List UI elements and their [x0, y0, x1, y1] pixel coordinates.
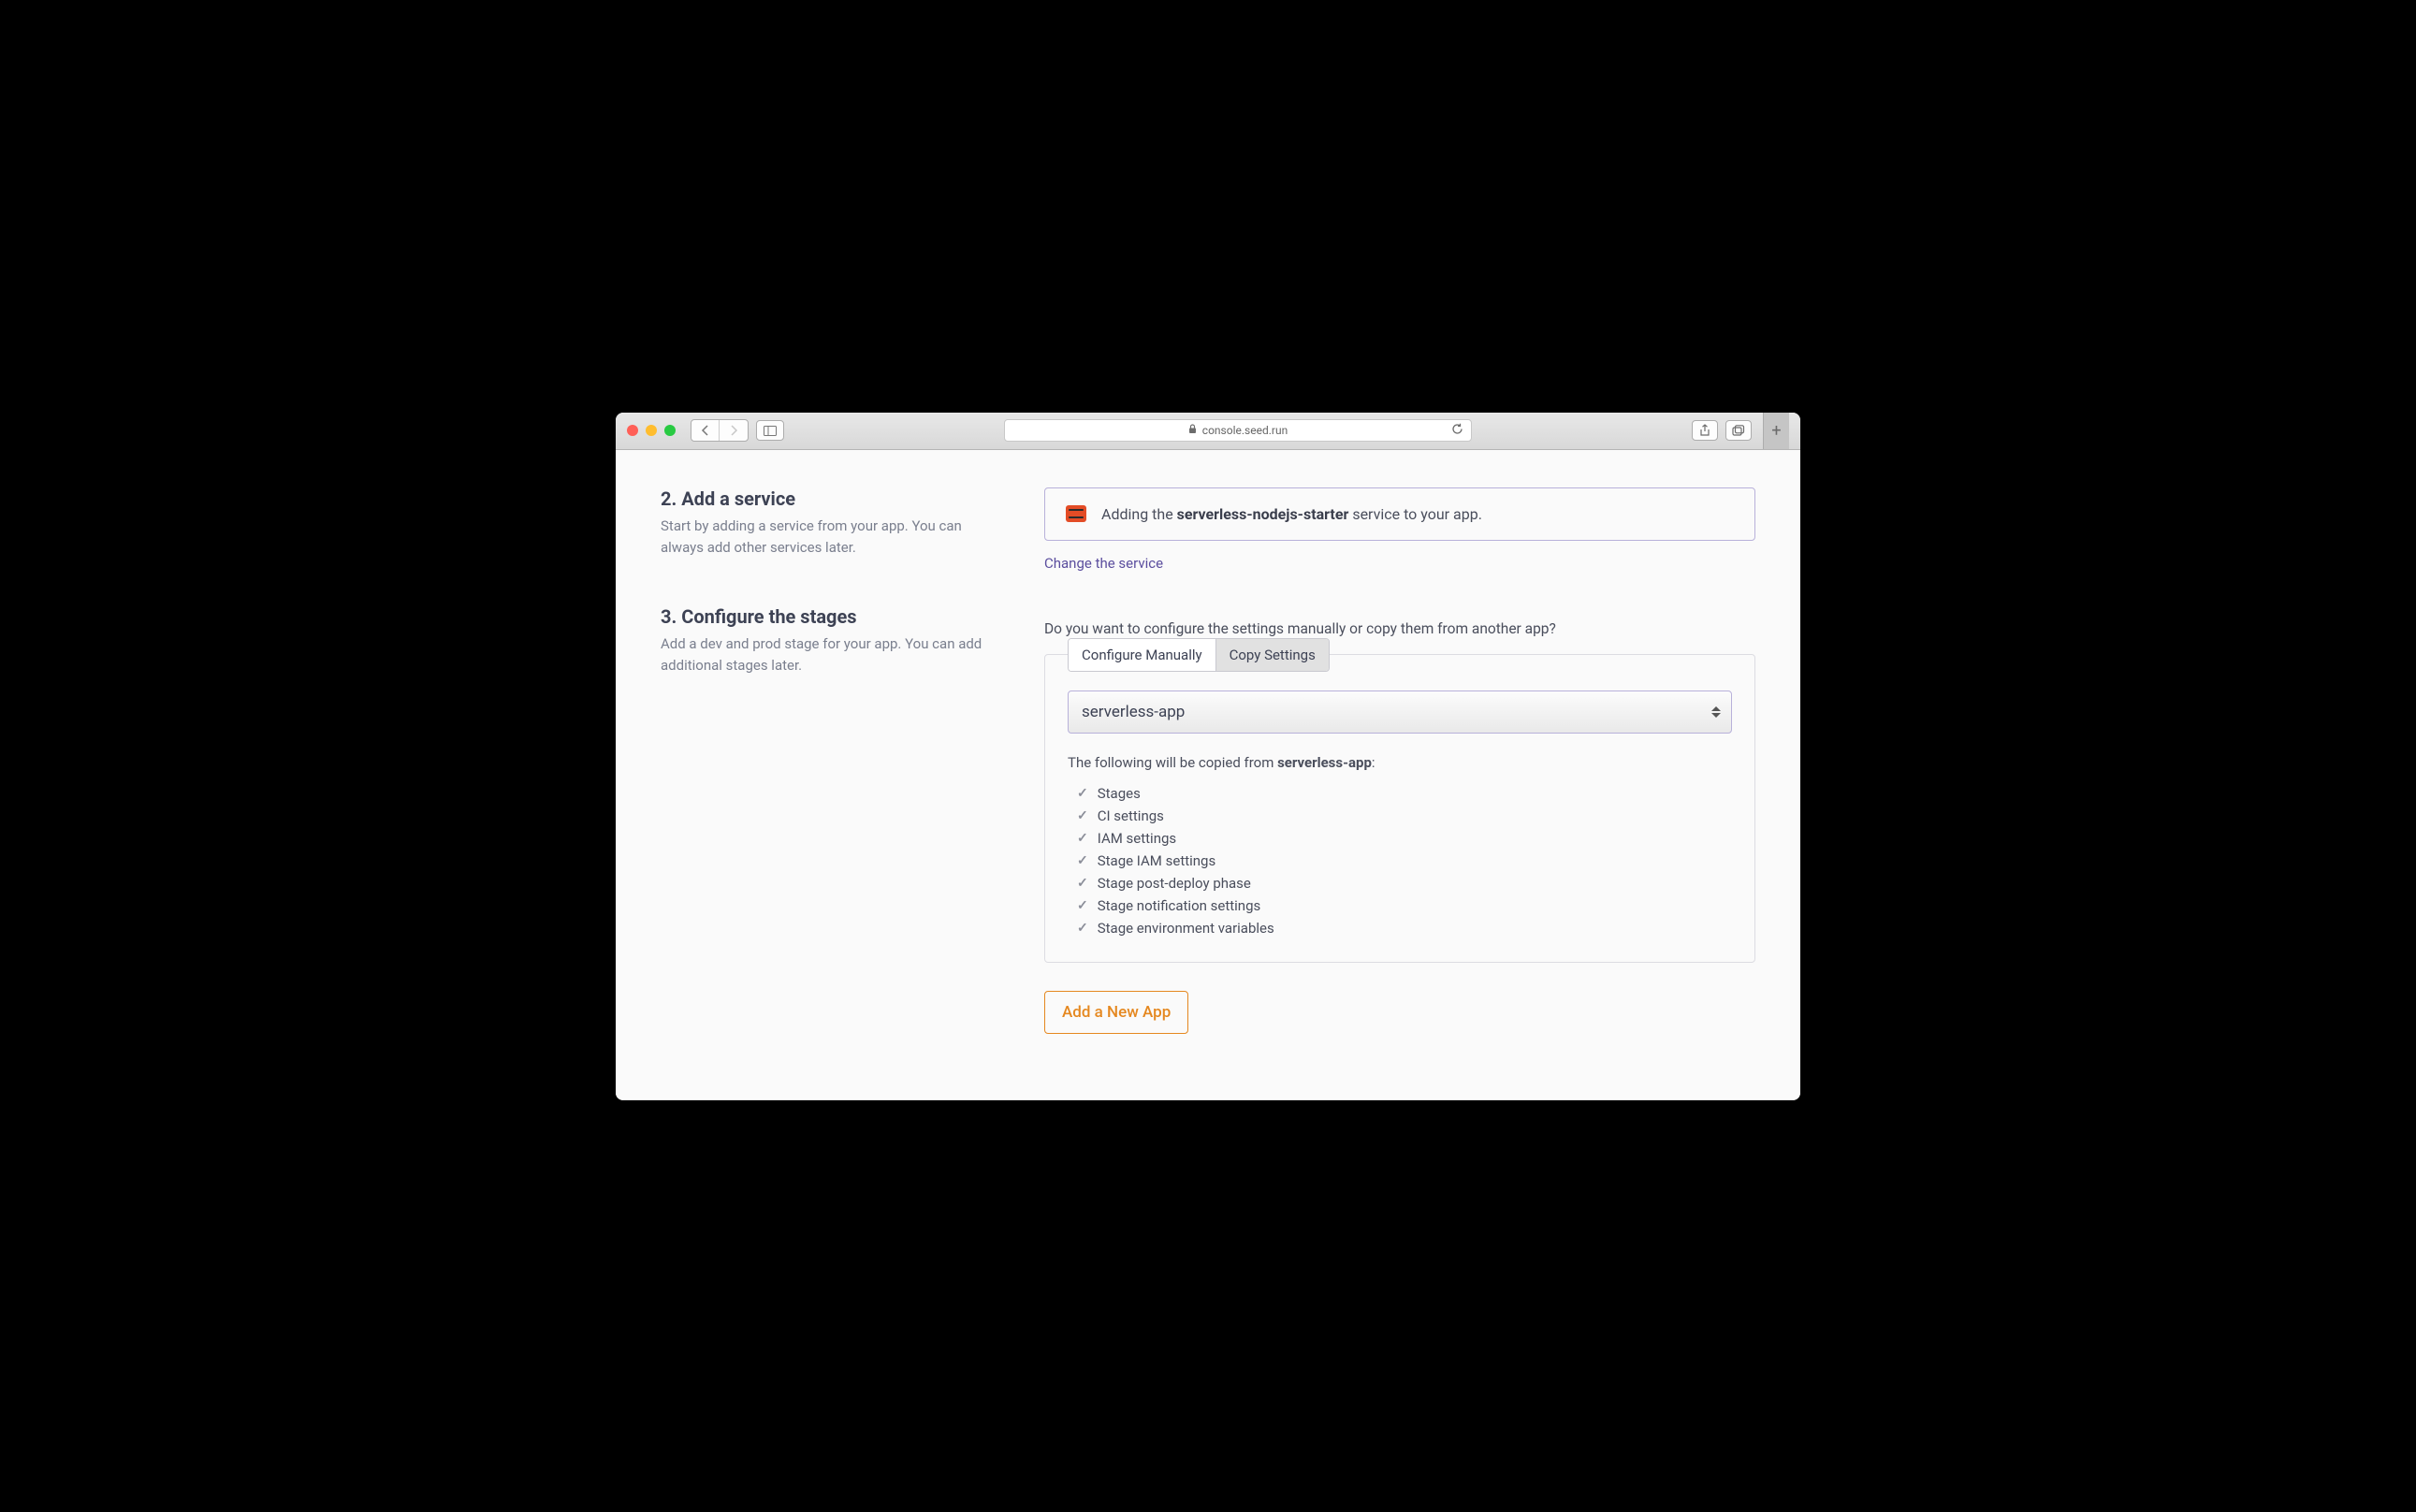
- banner-service-name: serverless-nodejs-starter: [1177, 505, 1349, 523]
- step-desc: Add a dev and prod stage for your app. Y…: [661, 633, 1007, 677]
- list-item: ✓ Stage environment variables: [1077, 917, 1732, 939]
- list-item: ✓ CI settings: [1077, 805, 1732, 827]
- nav-buttons: [691, 419, 749, 442]
- service-banner: Adding the serverless-nodejs-starter ser…: [1044, 487, 1755, 541]
- share-icon[interactable]: [1692, 420, 1718, 441]
- list-item-label: Stage environment variables: [1098, 920, 1274, 937]
- title-bar: console.seed.run +: [616, 413, 1800, 450]
- list-item: ✓ Stage post-deploy phase: [1077, 872, 1732, 894]
- forward-button[interactable]: [720, 420, 748, 441]
- footer-divider: [616, 1099, 1800, 1100]
- minimize-window-icon[interactable]: [646, 425, 657, 436]
- step-title: 2. Add a service: [661, 487, 1007, 510]
- address-bar-wrap: console.seed.run: [792, 419, 1684, 442]
- tab-configure-manually[interactable]: Configure Manually: [1069, 639, 1216, 671]
- check-icon: ✓: [1077, 921, 1088, 936]
- sidebar-toggle-icon[interactable]: [756, 420, 784, 441]
- add-new-app-button[interactable]: Add a New App: [1044, 991, 1188, 1034]
- configure-tabs: Configure Manually Copy Settings: [1068, 638, 1330, 672]
- check-icon: ✓: [1077, 853, 1088, 868]
- address-bar[interactable]: console.seed.run: [1004, 419, 1472, 442]
- new-tab-button[interactable]: +: [1763, 413, 1789, 450]
- service-banner-text: Adding the serverless-nodejs-starter ser…: [1101, 505, 1482, 523]
- step-add-service: 2. Add a service Start by adding a servi…: [661, 487, 1007, 560]
- check-icon: ✓: [1077, 898, 1088, 913]
- reload-icon[interactable]: [1451, 423, 1463, 439]
- check-icon: ✓: [1077, 786, 1088, 801]
- main-panel: Adding the serverless-nodejs-starter ser…: [1044, 487, 1755, 1073]
- url-text: console.seed.run: [1202, 424, 1288, 437]
- copy-description: The following will be copied from server…: [1068, 754, 1732, 771]
- back-button[interactable]: [691, 420, 720, 441]
- list-item-label: IAM settings: [1098, 830, 1176, 847]
- page-content: 2. Add a service Start by adding a servi…: [616, 450, 1800, 1099]
- change-service-link[interactable]: Change the service: [1044, 555, 1163, 572]
- step-desc: Start by adding a service from your app.…: [661, 516, 1007, 560]
- browser-window: console.seed.run + 2. Add a service Star…: [616, 413, 1800, 1100]
- configure-panel: Configure Manually Copy Settings serverl…: [1044, 654, 1755, 963]
- list-item-label: Stage notification settings: [1098, 897, 1261, 914]
- tab-copy-settings[interactable]: Copy Settings: [1216, 639, 1329, 671]
- copy-items-list: ✓ Stages ✓ CI settings ✓ IAM settings ✓ Stag…: [1068, 782, 1732, 939]
- list-item-label: Stage IAM settings: [1098, 852, 1216, 869]
- list-item: ✓ Stage notification settings: [1077, 894, 1732, 917]
- lock-icon: [1188, 424, 1197, 437]
- list-item: ✓ IAM settings: [1077, 827, 1732, 850]
- step-title: 3. Configure the stages: [661, 605, 1007, 628]
- banner-suffix: service to your app.: [1348, 505, 1482, 523]
- list-item: ✓ Stage IAM settings: [1077, 850, 1732, 872]
- serverless-icon: [1066, 505, 1086, 522]
- copy-desc-prefix: The following will be copied from: [1068, 754, 1277, 771]
- copy-from-app-select[interactable]: serverless-app: [1068, 691, 1732, 734]
- list-item-label: Stage post-deploy phase: [1098, 875, 1251, 892]
- list-item: ✓ Stages: [1077, 782, 1732, 805]
- list-item-label: CI settings: [1098, 807, 1164, 824]
- check-icon: ✓: [1077, 831, 1088, 846]
- maximize-window-icon[interactable]: [664, 425, 676, 436]
- traffic-lights: [627, 425, 676, 436]
- toolbar-right: [1692, 420, 1752, 441]
- list-item-label: Stages: [1098, 785, 1141, 802]
- copy-desc-app: serverless-app: [1277, 754, 1372, 771]
- app-select-wrap: serverless-app: [1068, 691, 1732, 734]
- close-window-icon[interactable]: [627, 425, 638, 436]
- banner-prefix: Adding the: [1101, 505, 1177, 523]
- configure-prompt: Do you want to configure the settings ma…: [1044, 620, 1755, 637]
- check-icon: ✓: [1077, 808, 1088, 823]
- copy-desc-suffix: :: [1372, 754, 1375, 771]
- step-configure-stages: 3. Configure the stages Add a dev and pr…: [661, 605, 1007, 677]
- steps-sidebar: 2. Add a service Start by adding a servi…: [661, 487, 1007, 1073]
- check-icon: ✓: [1077, 876, 1088, 891]
- tabs-icon[interactable]: [1725, 420, 1752, 441]
